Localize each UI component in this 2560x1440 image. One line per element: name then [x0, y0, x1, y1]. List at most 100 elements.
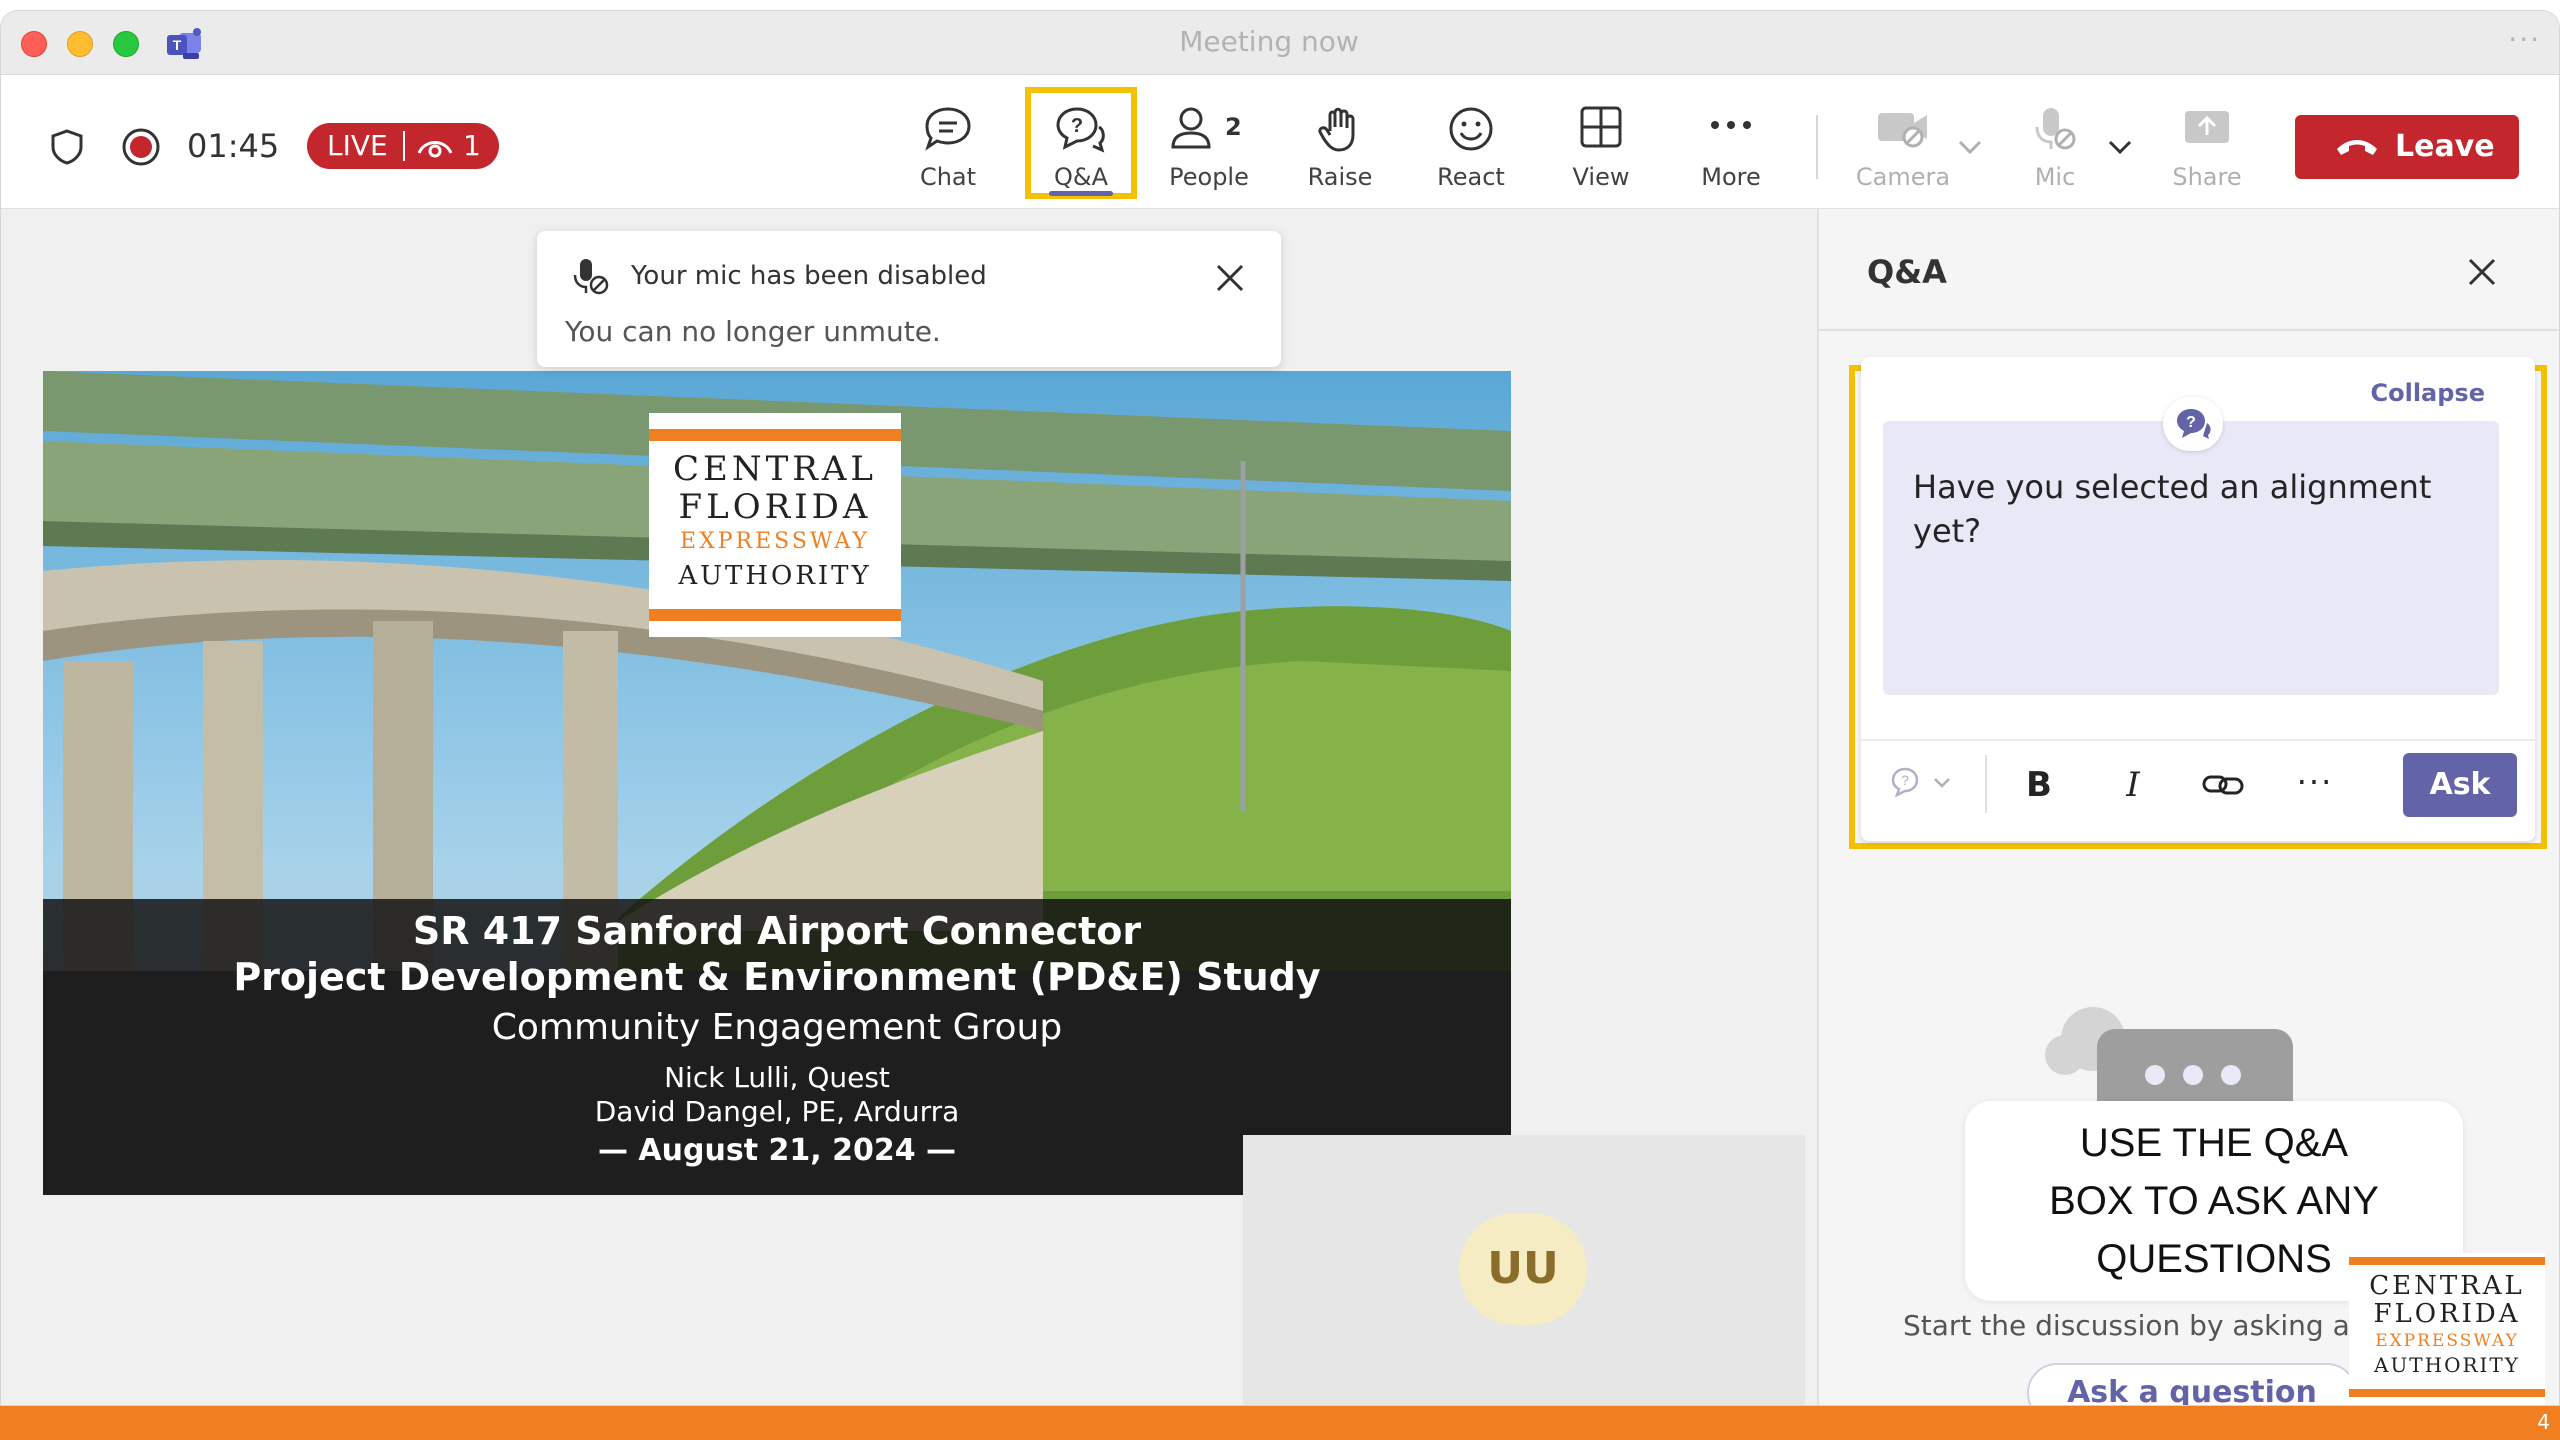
eye-icon	[417, 133, 453, 163]
bold-button[interactable]: B	[2011, 757, 2067, 813]
viewer-count: 1	[463, 129, 481, 162]
mic-options-chevron-icon[interactable]	[2107, 139, 2133, 159]
qa-icon: ?	[1056, 107, 1105, 153]
live-badge: LIVE 1	[307, 123, 499, 169]
meeting-toolbar: 01:45 LIVE 1 Chat ? Q&A 2 People Raise R…	[1, 75, 2559, 209]
camera-off-icon	[1878, 113, 1927, 148]
title-bar: T Meeting now ···	[1, 11, 2559, 75]
cfx-logo: CENTRAL FLORIDA EXPRESSWAY AUTHORITY	[649, 413, 901, 637]
more-dots-icon	[1711, 121, 1751, 129]
window-title: Meeting now	[1179, 25, 1359, 58]
question-input[interactable]: Have you selected an alignment yet?	[1883, 421, 2499, 695]
hand-icon	[1318, 107, 1355, 152]
qa-panel-title: Q&A	[1867, 253, 1947, 291]
more-label: More	[1701, 163, 1761, 191]
corner-logo-line-3: EXPRESSWAY	[2375, 1331, 2519, 1351]
logo-stripe-top	[649, 429, 901, 441]
react-button[interactable]: React	[1411, 75, 1531, 209]
chat-icon	[925, 107, 971, 151]
corner-logo-stripe-bottom	[2349, 1389, 2545, 1397]
people-button[interactable]: 2 People	[1149, 75, 1269, 209]
empty-state-text: Start the discussion by asking a	[1903, 1309, 2350, 1342]
empty-state-chat-illustration	[2045, 1007, 2293, 1109]
toast-close-icon[interactable]	[1213, 261, 1247, 295]
recording-icon	[119, 125, 163, 173]
chat-label: Chat	[919, 163, 977, 191]
qa-composer-highlight: Collapse Have you selected an alignment …	[1849, 357, 2547, 849]
share-screen-icon	[2185, 111, 2229, 143]
view-label: View	[1572, 163, 1630, 191]
more-button[interactable]: More	[1671, 75, 1791, 209]
qa-composer-card: Collapse Have you selected an alignment …	[1861, 357, 2535, 841]
toast-title: Your mic has been disabled	[631, 261, 987, 291]
question-type-selector[interactable]: ?	[1889, 761, 1957, 809]
logo-line-1: CENTRAL	[673, 449, 877, 489]
people-count: 2	[1225, 113, 1242, 141]
footer-page-number: 4	[2537, 1410, 2550, 1434]
corner-logo-stripe-top	[2349, 1257, 2545, 1265]
window-more-icon[interactable]: ···	[2508, 23, 2541, 56]
shield-icon[interactable]	[47, 127, 87, 171]
qa-panel: Q&A Collapse Have you selected an alignm…	[1817, 209, 2559, 1405]
qa-active-indicator	[1049, 191, 1113, 196]
mic-label: Mic	[2034, 163, 2076, 191]
presentation-slide: CENTRAL FLORIDA EXPRESSWAY AUTHORITY SR …	[43, 371, 1511, 1195]
slide-subtitle: Community Engagement Group	[491, 1007, 1063, 1048]
toolbar-divider	[1816, 115, 1818, 179]
question-text: Have you selected an alignment yet?	[1913, 468, 2432, 550]
meeting-window: T Meeting now ··· 01:45 LIVE 1 Chat ? Q&…	[0, 10, 2560, 1406]
slide-presenter-2: David Dangel, PE, Ardurra	[594, 1095, 960, 1128]
collapse-link[interactable]: Collapse	[2371, 379, 2486, 407]
callout-line-2: BOX TO ASK ANY	[2049, 1179, 2379, 1223]
corner-logo-line-2: FLORIDA	[2373, 1299, 2521, 1329]
live-divider	[403, 131, 405, 161]
callout-line-1: USE THE Q&A	[2079, 1121, 2349, 1165]
corner-cfx-logo: CENTRAL FLORIDA EXPRESSWAY AUTHORITY	[2349, 1253, 2545, 1405]
logo-stripe-bottom	[649, 609, 901, 621]
corner-logo-line-1: CENTRAL	[2369, 1271, 2525, 1301]
hang-up-icon	[2337, 140, 2377, 155]
share-button[interactable]: Share	[2147, 75, 2267, 209]
qa-panel-divider	[1819, 329, 2559, 331]
live-label: LIVE	[327, 129, 388, 162]
format-divider	[1985, 755, 1987, 813]
slide-footer-bar: 4	[0, 1406, 2560, 1440]
meeting-stage: CENTRAL FLORIDA EXPRESSWAY AUTHORITY SR …	[1, 209, 1817, 1405]
corner-logo-line-4: AUTHORITY	[2374, 1353, 2520, 1377]
smile-icon	[1449, 107, 1493, 151]
grid-view-icon	[1580, 106, 1622, 148]
raise-label: Raise	[1307, 163, 1373, 191]
mic-disabled-toast: Your mic has been disabled You can no lo…	[537, 231, 1281, 367]
question-badge: ?	[2163, 397, 2223, 451]
qa-panel-close-icon[interactable]	[2465, 255, 2499, 289]
toast-body: You can no longer unmute.	[565, 315, 941, 348]
camera-label: Camera	[1855, 163, 1951, 191]
mic-off-icon	[2035, 108, 2076, 150]
link-icon[interactable]	[2201, 767, 2245, 807]
participant-tile: UU	[1243, 1135, 1805, 1405]
meeting-timer: 01:45	[187, 127, 280, 165]
camera-button[interactable]: Camera	[1843, 75, 1963, 209]
view-button[interactable]: View	[1541, 75, 1661, 209]
italic-button[interactable]: I	[2105, 757, 2161, 813]
svg-text:?: ?	[2186, 414, 2196, 431]
react-label: React	[1437, 163, 1505, 191]
ask-button[interactable]: Ask	[2403, 753, 2517, 817]
svg-text:?: ?	[1071, 115, 1083, 137]
people-label: People	[1169, 163, 1249, 191]
ask-a-question-button[interactable]: Ask a question	[2027, 1363, 2357, 1405]
people-icon	[1171, 107, 1211, 149]
logo-line-2: FLORIDA	[678, 487, 872, 527]
share-label: Share	[2172, 163, 2242, 191]
camera-options-chevron-icon[interactable]	[1957, 139, 1983, 159]
leave-label: Leave	[2395, 129, 2495, 164]
raise-hand-button[interactable]: Raise	[1280, 75, 1400, 209]
logo-line-4: AUTHORITY	[678, 561, 872, 591]
qa-label: Q&A	[1053, 163, 1109, 191]
chat-button[interactable]: Chat	[888, 75, 1008, 209]
qa-badge-icon: ?	[2177, 409, 2211, 439]
leave-button[interactable]: Leave	[2295, 115, 2519, 179]
qa-button[interactable]: ? Q&A	[1025, 87, 1137, 199]
mic-button[interactable]: Mic	[1995, 75, 2115, 209]
more-format-button[interactable]: ···	[2285, 757, 2345, 813]
